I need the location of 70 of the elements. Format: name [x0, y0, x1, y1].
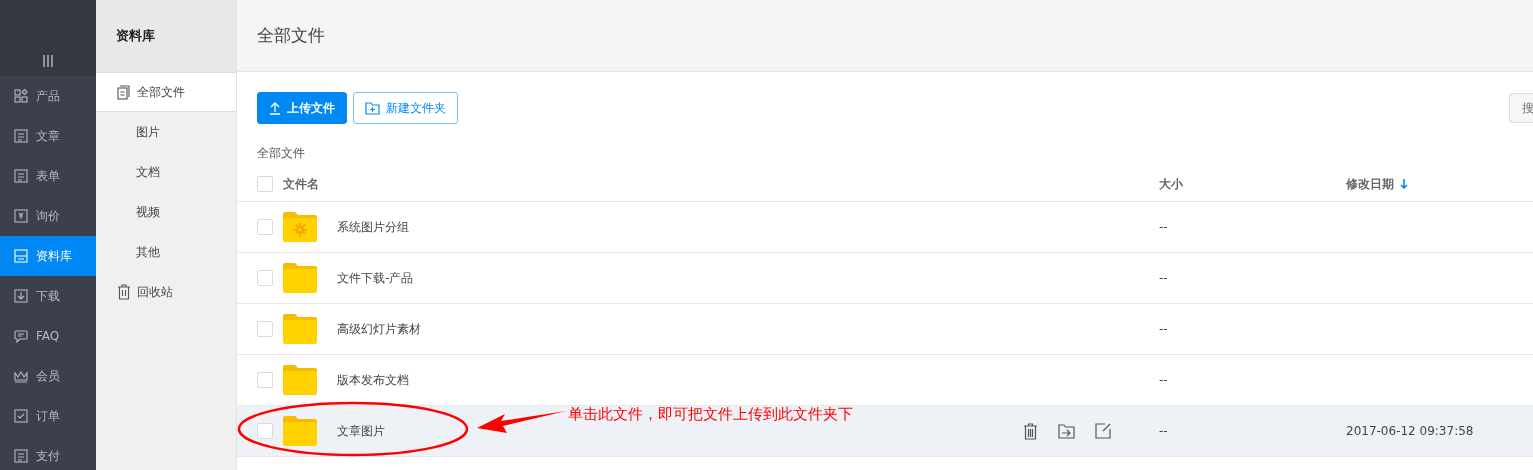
files-icon [117, 84, 131, 100]
nav-item[interactable]: 下载 [0, 276, 96, 316]
annotation-note: 单击此文件，即可把文件上传到此文件夹下 [568, 405, 853, 424]
folder-plus-icon [365, 101, 380, 115]
folder-icon [283, 314, 317, 344]
row-checkbox[interactable] [257, 423, 273, 439]
select-all-checkbox[interactable] [257, 176, 273, 192]
nav-icon [14, 289, 28, 303]
folder-icon [283, 263, 317, 293]
file-name: 高级幻灯片素材 [337, 321, 421, 336]
file-name: 文件下载-产品 [337, 270, 414, 285]
folder-nav-item[interactable]: 视频 [96, 192, 236, 232]
nav-icon [14, 169, 28, 183]
nav-item[interactable]: 会员 [0, 356, 96, 396]
delete-icon[interactable] [1023, 422, 1038, 440]
file-size: -- [1159, 220, 1168, 234]
nav-item[interactable]: 支付 [0, 436, 96, 470]
upload-button[interactable]: 上传文件 [257, 92, 347, 124]
table-row[interactable]: 文件下载-产品 -- [237, 253, 1533, 304]
nav-item[interactable]: 表单 [0, 156, 96, 196]
nav-icon [14, 329, 28, 343]
nav-icon [14, 249, 28, 263]
column-header[interactable]: 修改日期 [1346, 175, 1394, 193]
column-header[interactable]: 文件名 [283, 176, 319, 191]
nav-item[interactable]: 询价 [0, 196, 96, 236]
menu-icon[interactable] [43, 54, 53, 68]
nav-icon [14, 129, 28, 143]
edit-icon[interactable] [1095, 423, 1111, 439]
file-name: 系统图片分组 [337, 219, 409, 234]
upload-icon [269, 101, 281, 115]
folder-icon [283, 365, 317, 395]
folder-nav-item[interactable]: 回收站 [96, 272, 236, 312]
table-row[interactable]: 系统图片分组 -- [237, 202, 1533, 253]
nav-item[interactable]: 产品 [0, 76, 96, 116]
page-title: 全部文件 [257, 24, 325, 47]
move-icon[interactable] [1058, 423, 1075, 439]
nav-icon [14, 449, 28, 463]
nav-icon [14, 409, 28, 423]
file-size: -- [1159, 424, 1168, 438]
panel-title: 资料库 [116, 27, 155, 45]
folder-nav-item[interactable]: 全部文件 [96, 73, 236, 112]
folder-nav-item[interactable]: 其他 [96, 232, 236, 272]
column-header[interactable]: 大小 [1159, 176, 1183, 191]
nav-icon [14, 369, 28, 383]
nav-icon [14, 89, 28, 103]
file-name: 文章图片 [337, 423, 385, 438]
folder-nav-item[interactable]: 文档 [96, 152, 236, 192]
file-size: -- [1159, 271, 1168, 285]
row-checkbox[interactable] [257, 270, 273, 286]
file-size: -- [1159, 322, 1168, 336]
nav-item[interactable]: 订单 [0, 396, 96, 436]
row-checkbox[interactable] [257, 372, 273, 388]
table-row[interactable]: 高级幻灯片素材 -- [237, 304, 1533, 355]
folder-icon [283, 212, 317, 242]
file-name: 版本发布文档 [337, 372, 409, 387]
nav-item[interactable]: 资料库 [0, 236, 96, 276]
search-field[interactable]: 搜 [1509, 93, 1533, 123]
folder-icon [283, 416, 317, 446]
file-size: -- [1159, 373, 1168, 387]
trash-icon [117, 284, 131, 300]
row-checkbox[interactable] [257, 321, 273, 337]
new-folder-button[interactable]: 新建文件夹 [353, 92, 458, 124]
nav-item[interactable]: FAQ [0, 316, 96, 356]
sort-down-icon[interactable] [1400, 179, 1408, 189]
nav-icon [14, 209, 28, 223]
modified-date: 2017-06-12 09:37:58 [1346, 424, 1474, 438]
nav-item[interactable]: 文章 [0, 116, 96, 156]
folder-nav-item[interactable]: 图片 [96, 112, 236, 152]
breadcrumb: 全部文件 [257, 146, 305, 160]
row-checkbox[interactable] [257, 219, 273, 235]
